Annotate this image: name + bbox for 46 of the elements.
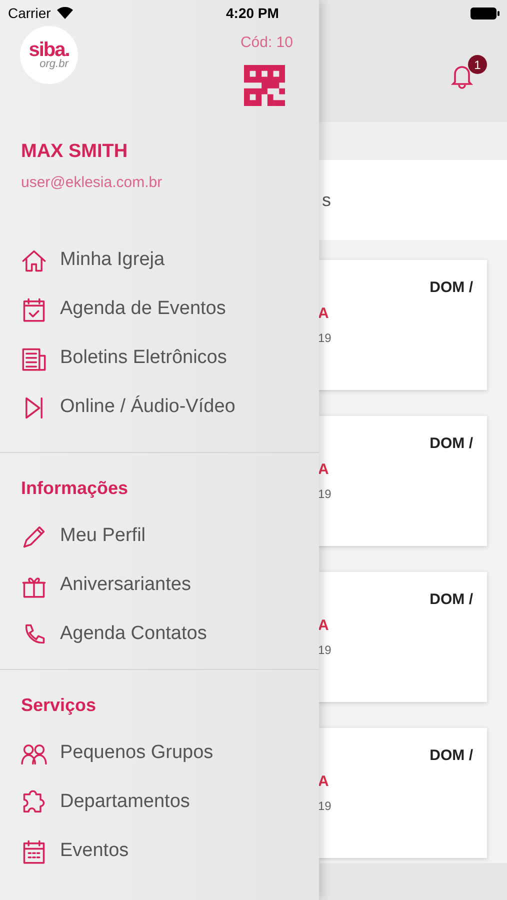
menu-item[interactable]: Online / Áudio-Vídeo <box>60 393 236 422</box>
calendar-check-icon <box>21 296 47 322</box>
event-title: A <box>318 772 329 792</box>
event-date: 19 <box>318 330 332 347</box>
notification-badge: 1 <box>468 55 487 74</box>
search-area-text: s <box>322 188 331 212</box>
section-heading: Informações <box>20 477 130 500</box>
menu-item[interactable]: Aniversariantes <box>60 571 191 600</box>
day-label: DOM / <box>430 746 473 766</box>
menu-item[interactable]: Eventos <box>60 837 129 866</box>
logo: siba. org.br <box>20 26 78 84</box>
menu-item[interactable]: Minha Igreja <box>60 246 165 275</box>
user-email: user@eklesia.com.br <box>21 172 162 192</box>
event-card[interactable]: DOM / A 19 <box>318 260 487 390</box>
day-label: DOM / <box>430 278 473 298</box>
menu-item[interactable]: Pequenos Grupos <box>60 739 214 768</box>
section-heading: Serviços <box>20 694 98 717</box>
day-label: DOM / <box>430 590 473 610</box>
wifi-icon <box>56 7 73 19</box>
calendar-icon <box>21 838 47 864</box>
battery-icon <box>470 6 500 20</box>
event-card[interactable]: DOM / A 19 <box>318 728 487 858</box>
day-label: DOM / <box>430 434 473 454</box>
menu-item[interactable]: Boletins Eletrônicos <box>60 344 227 373</box>
clock-time: 4:20 PM <box>226 4 279 22</box>
home-icon <box>21 248 47 274</box>
event-card[interactable]: DOM / A 19 <box>318 416 487 546</box>
qr-code-icon[interactable] <box>244 65 285 106</box>
code-label: Cód: 10 <box>240 33 293 53</box>
event-title: A <box>318 460 329 480</box>
event-title: A <box>318 304 329 324</box>
event-title: A <box>318 616 329 636</box>
menu-item[interactable]: Departamentos <box>60 788 190 817</box>
menu-item[interactable]: Meu Perfil <box>60 522 146 551</box>
event-card[interactable]: DOM / A 19 <box>318 572 487 702</box>
newspaper-icon <box>21 346 47 372</box>
menu-item[interactable]: Agenda Contatos <box>60 620 207 649</box>
puzzle-icon <box>21 790 47 816</box>
carrier-label: Carrier <box>8 4 51 22</box>
menu-item[interactable]: Agenda de Eventos <box>60 295 226 324</box>
pencil-icon <box>21 524 47 550</box>
event-date: 19 <box>318 486 332 503</box>
event-date: 19 <box>318 642 332 659</box>
user-name: MAX SMITH <box>21 140 129 164</box>
bell-icon[interactable] <box>451 63 473 89</box>
event-date: 19 <box>318 798 332 815</box>
